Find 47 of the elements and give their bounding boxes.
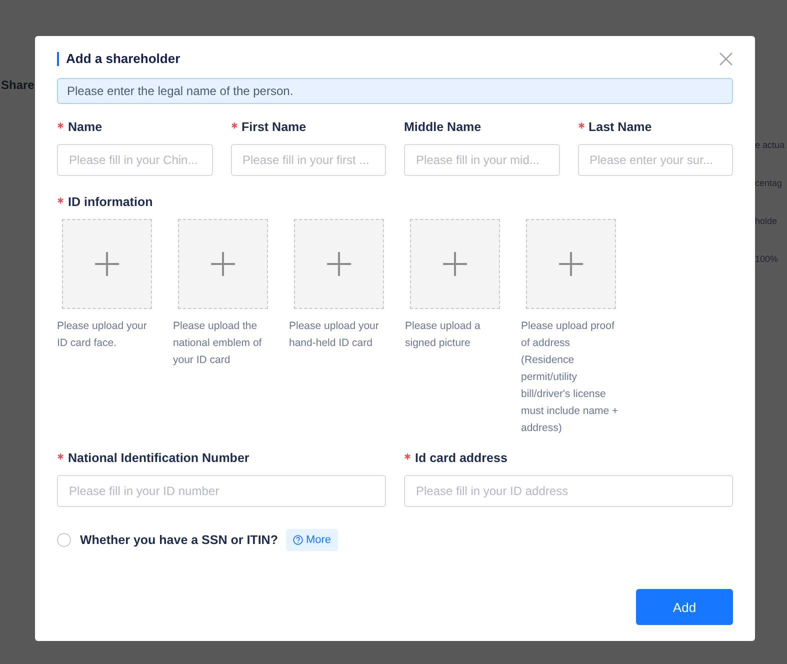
upload-box[interactable] (178, 219, 268, 309)
background-text: 100% (755, 254, 778, 264)
required-asterisk-icon (57, 453, 64, 460)
radio-button[interactable] (57, 533, 71, 547)
plus-icon (559, 252, 583, 276)
required-asterisk-icon (578, 122, 584, 129)
required-asterisk-icon (57, 197, 64, 204)
upload-box[interactable] (410, 219, 500, 309)
upload-caption: Please upload your ID card face. (57, 319, 148, 351)
upload-box[interactable] (62, 219, 152, 309)
input-field[interactable]: Please fill in your Chin... (57, 144, 212, 176)
required-asterisk-icon (57, 122, 64, 129)
plus-icon (211, 252, 235, 276)
radio-label: Whether you have a SSN or ITIN? (80, 533, 278, 547)
field-label: Id card address (415, 451, 508, 465)
background-heading: Share (0, 78, 34, 92)
more-button[interactable]: More (286, 529, 338, 551)
input-field[interactable]: Please fill in your first ... (230, 144, 386, 176)
question-icon (292, 535, 303, 545)
close-icon[interactable] (719, 52, 733, 66)
input-field[interactable]: Please enter your sur... (578, 144, 733, 176)
field-label: First Name (242, 120, 306, 134)
background-text: e actua (755, 140, 785, 150)
upload-box[interactable] (526, 219, 616, 309)
input-field[interactable]: Please fill in your mid... (404, 144, 560, 176)
plus-icon (327, 252, 351, 276)
upload-caption: Please upload the national emblem of your ID card (173, 319, 263, 368)
background-text: holde (755, 216, 778, 226)
field-label: National Identification Number (68, 451, 250, 465)
upload-box[interactable] (294, 219, 384, 309)
upload-caption: Please upload your hand-held ID card (289, 319, 380, 351)
plus-icon (443, 252, 467, 276)
info-banner: Please enter the legal name of the person. (57, 78, 733, 104)
required-asterisk-icon (230, 122, 238, 129)
field-label: Last Name (588, 120, 652, 134)
plus-icon (95, 252, 119, 276)
background-text: centag (755, 178, 782, 188)
dialog-title: Add a shareholder (57, 52, 180, 66)
upload-caption: Please upload proof of address (Residence permit/utility bill/driver's license must include name + address) (521, 319, 620, 436)
required-asterisk-icon (404, 453, 411, 460)
section-label: ID information (68, 195, 153, 209)
input-field[interactable]: Please fill in your ID address (404, 475, 733, 507)
add-button[interactable]: Add (636, 589, 733, 625)
field-label: Name (68, 120, 102, 134)
input-field[interactable]: Please fill in your ID number (57, 475, 386, 507)
field-label: Middle Name (404, 120, 482, 134)
upload-caption: Please upload a signed picture (405, 319, 482, 351)
